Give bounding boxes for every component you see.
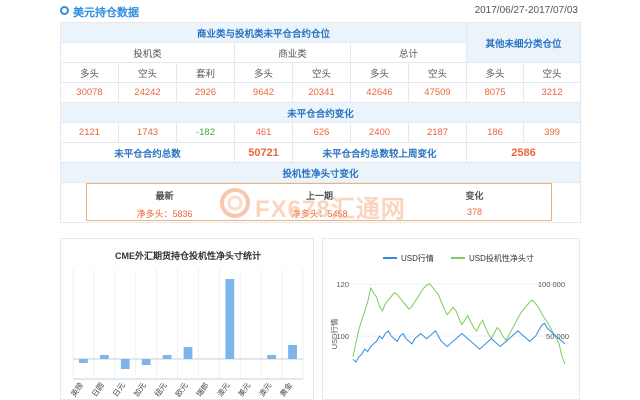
col-long: 多头 — [350, 62, 409, 83]
oi-change-label: 未平仓合约总数较上周变化 — [291, 142, 468, 163]
section-header-net: 投机性净头寸变化 — [59, 162, 582, 183]
page-header: 美元持仓数据 2017/06/27-2017/07/03 — [0, 0, 640, 22]
change-cell: 2400 — [350, 122, 409, 143]
col-long: 多头 — [60, 62, 119, 83]
change-cell: 1743 — [118, 122, 177, 143]
change-cell: 626 — [292, 122, 351, 143]
change-value: 378 — [466, 207, 483, 217]
previous-label: 上一期 — [305, 191, 333, 201]
bar — [267, 355, 277, 359]
y-axis-label: USD行情 — [329, 318, 339, 349]
series-line-net-position — [352, 282, 566, 365]
oi-change-value: 2586 — [466, 142, 582, 163]
col-short: 空头 — [407, 62, 468, 83]
position-cell: 47509 — [407, 82, 468, 103]
group-header-commercial-spec: 商业类与投机类未平仓合约仓位 — [59, 22, 468, 43]
previous-value: 净多头：5458 — [291, 209, 348, 219]
legend-label: USD行情 — [401, 253, 434, 263]
change-label: 变化 — [465, 191, 484, 201]
net-position-bar-chart: CME外汇期货持仓投机性净头寸统计英镑 日圆 日元 加元 纽元 欧元 瑞郎 澳元 美元 澳元 黄金 — [68, 250, 304, 399]
x-tick-label: 瑞郎 — [194, 380, 211, 398]
line-chart-panel: USD行情 USD投机性净头寸 120 100 100 000 50 000 USD行情 — [322, 238, 580, 400]
usd-line-chart: USD行情 USD投机性净头寸120100100 00050 000USD行情 — [329, 253, 569, 365]
chart-title: CME外汇期货持仓投机性净头寸统计 — [115, 250, 261, 261]
bar — [162, 355, 172, 359]
subheader-commercial: 商业类 — [234, 42, 351, 63]
subheader-total: 总计 — [349, 42, 468, 63]
bar — [99, 355, 109, 359]
bar — [288, 345, 297, 359]
y-left-tick-label: 120 — [336, 280, 349, 289]
x-tick-label: 黄金 — [277, 380, 294, 398]
change-cell: 186 — [466, 122, 525, 143]
position-cell: 42646 — [350, 82, 409, 103]
bar-chart-panel: CME外汇期货持仓投机性净头寸统计 英镑 日圆 日元 加元 纽元 欧元 瑞郎 澳元 美元 澳元 黄金 — [60, 238, 314, 400]
bar — [183, 347, 193, 359]
change-cell: 461 — [234, 122, 293, 143]
x-tick-label: 加元 — [131, 380, 148, 398]
y-right-tick-label: 100 000 — [538, 280, 565, 289]
position-cell: 30078 — [60, 82, 119, 103]
oi-total-value: 50721 — [234, 142, 293, 163]
change-cell: 399 — [523, 122, 582, 143]
position-cell: 3212 — [523, 82, 582, 103]
net-position-box: 最新 上一期 变化 净多头：5836 净多头：5458 378 — [86, 183, 552, 221]
page-title: 美元持仓数据 — [73, 7, 139, 19]
oi-total-label: 未平仓合约总数 — [60, 142, 235, 163]
circle-bullet-icon — [60, 6, 69, 15]
bar — [225, 279, 235, 359]
series-line-usd — [352, 322, 566, 363]
x-tick-label: 纽元 — [152, 380, 169, 398]
x-tick-label: 英镑 — [68, 380, 85, 398]
position-cell: 2926 — [176, 82, 235, 103]
x-tick-label: 日元 — [111, 381, 127, 399]
bar — [141, 359, 151, 365]
subheader-speculative: 投机类 — [60, 42, 235, 63]
bar — [120, 359, 130, 369]
col-short: 空头 — [523, 62, 582, 83]
change-cell: 2121 — [60, 122, 119, 143]
position-cell: 24242 — [118, 82, 177, 103]
section-header-changes: 未平仓合约变化 — [59, 102, 582, 123]
legend-label: USD投机性净头寸 — [469, 253, 534, 263]
col-long: 多头 — [234, 62, 293, 83]
latest-value: 净多头：5836 — [136, 209, 193, 219]
position-cell: 8075 — [466, 82, 525, 103]
col-long: 多头 — [466, 62, 525, 83]
position-cell: 9642 — [234, 82, 293, 103]
x-tick-label: 澳元 — [256, 380, 273, 398]
col-spread: 套利 — [176, 62, 235, 83]
latest-label: 最新 — [155, 191, 174, 201]
change-cell: -182 — [176, 122, 235, 143]
bar — [79, 359, 88, 363]
position-cell: 20341 — [292, 82, 351, 103]
x-tick-label: 日圆 — [90, 381, 106, 398]
col-short: 空头 — [292, 62, 351, 83]
group-header-other: 其他未细分类仓位 — [466, 22, 582, 63]
x-tick-label: 欧元 — [173, 380, 190, 398]
col-short: 空头 — [118, 62, 177, 83]
date-range: 2017/06/27-2017/07/03 — [474, 5, 578, 16]
x-tick-label: 澳元 — [215, 380, 232, 398]
y-right-tick-label: 50 000 — [546, 332, 569, 341]
change-cell: 2187 — [407, 122, 468, 143]
x-tick-label: 美元 — [236, 380, 253, 398]
